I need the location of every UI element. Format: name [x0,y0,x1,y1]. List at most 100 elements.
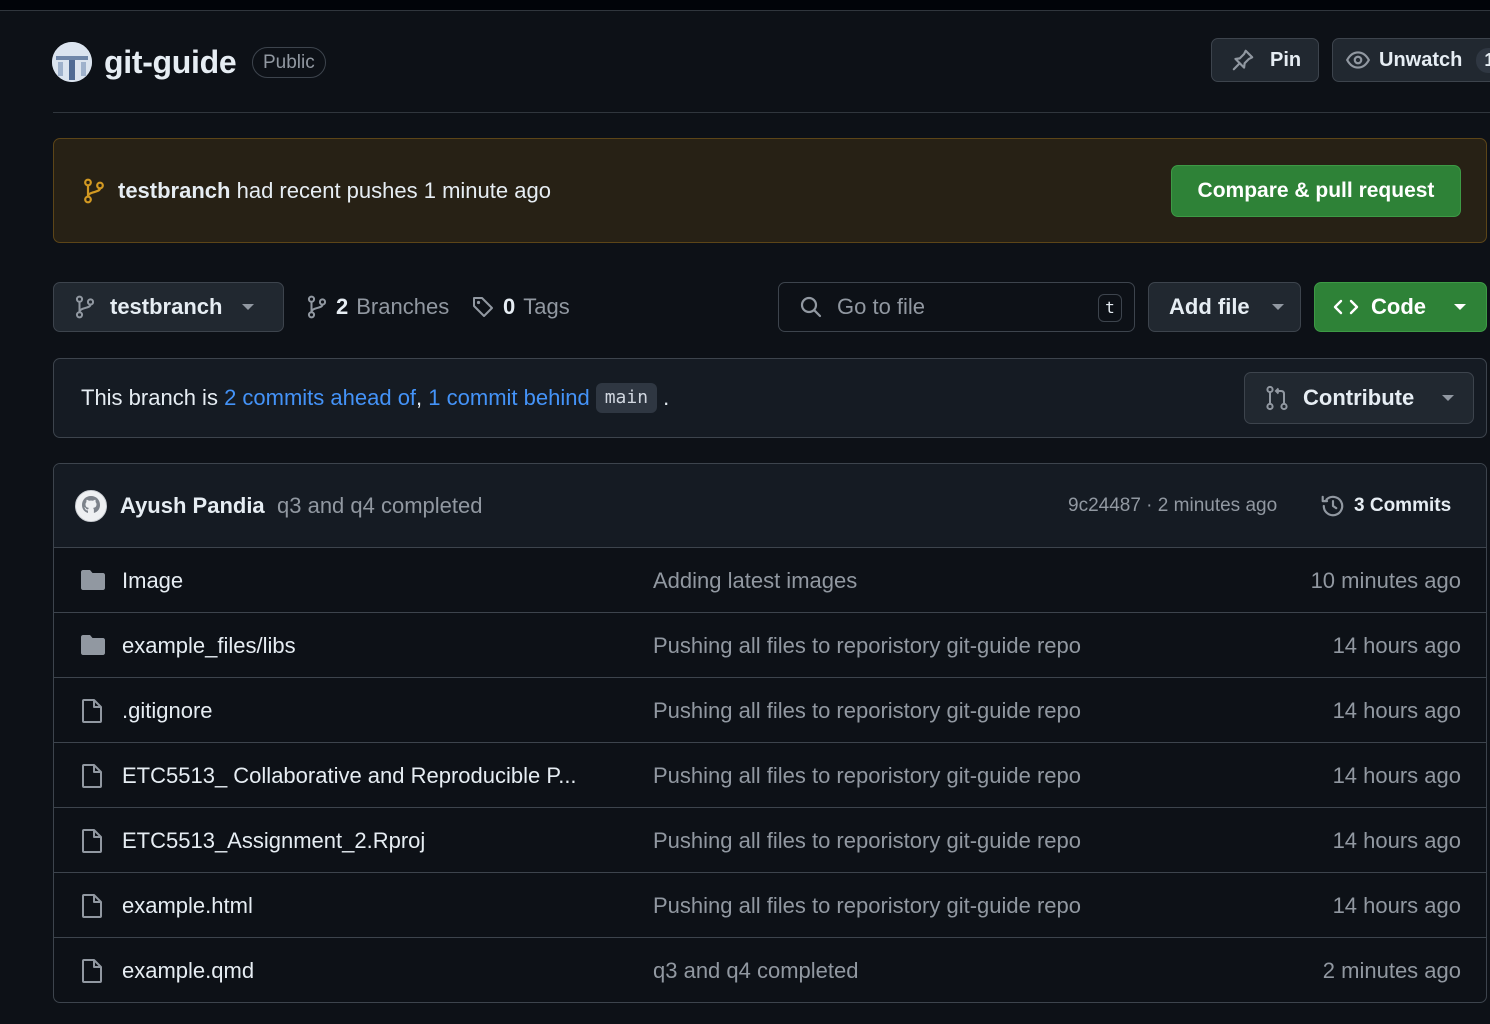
unwatch-button[interactable]: Unwatch 1 [1332,38,1490,82]
commit-message[interactable]: q3 and q4 completed [277,492,483,520]
file-row[interactable]: example.qmd q3 and q4 completed 2 minutes … [54,938,1486,1002]
file-last-commit-link[interactable]: Adding latest images [653,567,857,595]
file-last-updated: 10 minutes ago [1310,568,1461,593]
go-to-file-placeholder: Go to file [837,294,926,319]
contribute-button[interactable]: Contribute [1244,372,1474,424]
keyboard-shortcut-hint: t [1098,294,1122,322]
contribute-label: Contribute [1303,385,1415,410]
branch-icon [74,295,96,319]
file-name-link[interactable]: example.qmd [122,957,254,985]
unwatch-label: Unwatch [1379,48,1463,71]
repo-owner-avatar[interactable] [52,42,92,82]
branch-comparison-text: This branch is 2 commits ahead of , 1 co… [81,383,669,413]
tags-link[interactable]: 0 Tags [471,293,570,321]
commits-count-label: 3 Commits [1354,495,1452,516]
file-icon [80,698,104,724]
eye-icon [1345,47,1371,73]
file-name-link[interactable]: example_files/libs [122,632,296,660]
file-name-link[interactable]: ETC5513_ Collaborative and Reproducible … [122,762,577,790]
file-row[interactable]: ETC5513_ Collaborative and Reproducible … [54,743,1486,808]
file-icon [80,828,104,854]
file-last-updated: 14 hours ago [1332,828,1461,853]
pin-icon [1230,47,1256,73]
history-icon [1320,493,1346,519]
commit-time: 2 minutes ago [1157,495,1278,516]
file-icon [80,763,104,789]
file-last-commit-link[interactable]: Pushing all files to reporistory git-gui… [653,892,1081,920]
code-button[interactable]: Code [1314,282,1487,332]
header-divider [53,112,1490,113]
file-row[interactable]: .gitignore Pushing all files to reporisto… [54,678,1486,743]
chevron-down-icon [1271,304,1284,310]
push-message: testbranch had recent pushes 1 minute ag… [118,177,551,205]
file-last-updated: 14 hours ago [1332,763,1461,788]
file-name-link[interactable]: Image [122,567,183,595]
commits-ahead-link[interactable]: 2 commits ahead of [224,384,416,412]
add-file-button[interactable]: Add file [1148,282,1301,332]
file-last-commit-link[interactable]: Pushing all files to reporistory git-gui… [653,827,1081,855]
file-list-table: Ayush Pandia q3 and q4 completed 9c24487… [53,463,1487,1003]
comparison-separator: , [416,385,429,410]
branch-icon [82,178,106,204]
code-icon [1333,295,1359,319]
file-last-updated: 14 hours ago [1332,893,1461,918]
tags-count: 0 [503,294,516,319]
folder-icon [80,568,106,592]
commit-meta: 9c24487 · 2 minutes ago [1068,493,1277,519]
file-last-updated: 14 hours ago [1332,698,1461,723]
go-to-file-input[interactable]: Go to file t [778,282,1135,332]
commits-behind-link[interactable]: 1 commit behind [428,384,589,412]
commit-author-avatar[interactable] [75,490,107,522]
branches-link[interactable]: 2 Branches [306,293,449,321]
file-icon [80,958,104,984]
file-last-commit-link[interactable]: Pushing all files to reporistory git-gui… [653,697,1081,725]
file-name-link[interactable]: .gitignore [122,697,213,725]
branch-icon [306,295,328,319]
file-name-link[interactable]: example.html [122,892,253,920]
watch-count: 1 [1476,47,1490,73]
pushed-branch-name[interactable]: testbranch [118,178,230,203]
branch-comparison-bar: This branch is 2 commits ahead of , 1 co… [53,358,1487,438]
top-nav-edge [0,0,1490,11]
visibility-badge: Public [252,47,326,78]
branches-count: 2 [336,294,349,319]
file-last-commit-link[interactable]: q3 and q4 completed [653,957,859,985]
comparison-suffix: . [663,385,670,410]
file-last-updated: 14 hours ago [1332,633,1461,658]
push-description: had recent pushes 1 minute ago [236,178,551,203]
tags-label: Tags [523,294,570,319]
repo-name[interactable]: git-guide [104,42,237,82]
file-row[interactable]: ETC5513_Assignment_2.Rproj Pushing all fi… [54,808,1486,873]
compare-pull-request-button[interactable]: Compare & pull request [1171,165,1461,217]
tag-icon [471,295,495,319]
meta-separator: · [1140,495,1158,516]
pin-label: Pin [1270,48,1302,71]
commit-hash[interactable]: 9c24487 [1068,495,1141,516]
file-last-commit-link[interactable]: Pushing all files to reporistory git-gui… [653,762,1081,790]
file-row[interactable]: example.html Pushing all files to reporis… [54,873,1486,938]
search-icon [799,295,823,319]
folder-icon [80,633,106,657]
file-icon [80,893,104,919]
chevron-down-icon [242,304,255,310]
chevron-down-icon [1454,304,1466,310]
file-last-updated: 2 minutes ago [1322,958,1461,983]
recent-push-banner: testbranch had recent pushes 1 minute ag… [53,138,1487,243]
add-file-label: Add file [1169,294,1250,319]
file-row[interactable]: example_files/libs Pushing all files to r… [54,613,1486,678]
pin-button[interactable]: Pin [1211,38,1319,82]
file-name-link[interactable]: ETC5513_Assignment_2.Rproj [122,827,425,855]
branches-label: Branches [356,294,450,319]
branch-selector[interactable]: testbranch [53,282,284,332]
chevron-down-icon [1442,395,1455,401]
code-label: Code [1371,294,1426,319]
comparison-prefix: This branch is [81,385,225,410]
file-last-commit-link[interactable]: Pushing all files to reporistory git-gui… [653,632,1081,660]
commit-history-link[interactable]: 3 Commits [1320,492,1451,520]
pull-request-icon [1265,385,1289,411]
latest-commit-header: Ayush Pandia q3 and q4 completed 9c24487… [54,464,1486,548]
base-branch-name: main [595,383,658,413]
current-branch-label: testbranch [110,294,223,319]
commit-author[interactable]: Ayush Pandia [120,492,265,520]
file-row[interactable]: Image Adding latest images 10 minutes ago [54,548,1486,613]
